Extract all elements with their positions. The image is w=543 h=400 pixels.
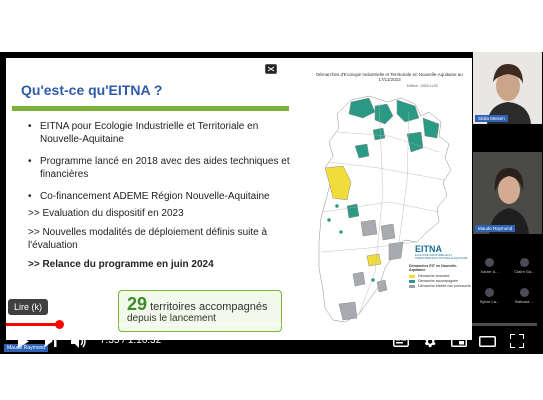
theater-icon	[478, 335, 496, 347]
bullet-item: Programme lancé en 2018 avec des aides t…	[28, 155, 290, 181]
eitna-logo: EITNA	[415, 244, 442, 254]
progress-bar[interactable]	[6, 320, 537, 329]
territory-green	[346, 203, 360, 219]
arrow-item: >> Nouvelles modalités de déploiement dé…	[28, 227, 268, 251]
avatar-icon	[520, 288, 529, 297]
duration: 1:16:32	[127, 335, 162, 346]
eitna-logo-subtitle: ECOLOGIE INDUSTRIELLE ET TERRITORIALE EN…	[415, 254, 468, 260]
legend-label: Démarche amorcée	[418, 274, 450, 278]
participant-name: Maude Raymond	[475, 225, 516, 232]
read-button[interactable]: Lire (k)	[8, 299, 49, 315]
avatar-icon	[485, 258, 494, 267]
participant-name: Sylvie La...	[479, 299, 500, 304]
territory-grey	[376, 279, 388, 293]
legend-label: Démarche éteinte non poursuivie	[418, 284, 471, 288]
progress-fill	[6, 323, 60, 326]
legend-label: Démarche accompagnée	[418, 279, 459, 283]
legend-item: Démarche éteinte non poursuivie	[409, 284, 471, 288]
participant-tile[interactable]: Xavier A...	[472, 258, 507, 274]
location-marker	[326, 217, 332, 223]
video-player[interactable]: Qu'est-ce qu'EITNA ? EITNA pour Ecologie…	[0, 52, 543, 354]
avatar-icon	[485, 288, 494, 297]
theater-mode-button[interactable]	[478, 333, 496, 349]
arrow-item: >> Relance du programme en juin 2024	[28, 259, 214, 270]
miniplayer-button[interactable]	[450, 333, 468, 349]
settings-button[interactable]	[420, 333, 438, 349]
participant-video[interactable]: Sbilla Meisen	[473, 52, 542, 124]
skip-next-icon	[45, 335, 57, 347]
gear-icon	[424, 335, 435, 347]
presentation-slide: Qu'est-ce qu'EITNA ? EITNA pour Ecologie…	[6, 58, 472, 340]
participant-video[interactable]: Maude Raymond	[473, 152, 542, 234]
territories-count: 29	[127, 294, 148, 314]
legend-swatch	[409, 274, 415, 278]
location-marker	[370, 277, 376, 283]
fullscreen-button[interactable]	[508, 333, 526, 349]
territory-green	[372, 127, 386, 141]
participant-grid: Xavier A... Claire Ga... Sylvie La... Ba…	[472, 256, 543, 320]
legend-title: Démarches EIT en Nouvelle-Aquitaine	[409, 264, 458, 272]
legend-swatch	[409, 279, 415, 283]
arrow-item: >> Evaluation du dispositif en 2023	[28, 208, 184, 219]
current-time: 7:35	[100, 335, 120, 346]
location-marker	[334, 203, 340, 209]
subtitles-icon	[393, 335, 409, 347]
location-marker	[338, 229, 344, 235]
participant-name: Barbara ...	[515, 299, 534, 304]
participant-avatar-icon	[487, 64, 531, 124]
participant-name: Xavier A...	[480, 269, 499, 274]
player-controls: 7:35 / 1:16:32	[0, 328, 543, 354]
volume-button[interactable]	[70, 333, 88, 349]
region-map: Démarches d'Ecologie Industrielle et Ter…	[289, 72, 472, 334]
legend-swatch	[409, 284, 415, 288]
participant-tile[interactable]: Barbara ...	[507, 288, 542, 304]
subtitles-button[interactable]	[392, 333, 410, 349]
bullet-item: Co-financement ADEME Région Nouvelle-Aqu…	[28, 190, 290, 203]
title-underline	[12, 106, 289, 111]
play-button[interactable]	[14, 333, 32, 349]
miniplayer-icon	[451, 335, 467, 347]
expand-icon[interactable]	[265, 64, 277, 74]
map-legend: EITNA ECOLOGIE INDUSTRIELLE ET TERRITORI…	[409, 244, 471, 289]
callout-text: territoires accompagnés	[147, 301, 268, 313]
slide-title: Qu'est-ce qu'EITNA ?	[21, 82, 163, 98]
participants-panel: Sbilla Meisen Maude Raymond Xavier A... …	[472, 52, 543, 354]
legend-item: Démarche accompagnée	[409, 279, 471, 283]
slide-bullets: EITNA pour Ecologie Industrielle et Terr…	[28, 120, 290, 277]
avatar-icon	[520, 258, 529, 267]
territory-grey	[360, 219, 378, 237]
territory-yellow	[366, 253, 382, 267]
legend-item: Démarche amorcée	[409, 274, 471, 278]
map-svg	[318, 95, 452, 323]
play-icon	[18, 334, 29, 348]
participant-tile[interactable]: Sylvie La...	[472, 288, 507, 304]
territory-grey	[380, 223, 396, 241]
bullet-item: EITNA pour Ecologie Industrielle et Terr…	[28, 120, 290, 146]
participant-name: Sbilla Meisen	[475, 115, 508, 122]
participant-tile[interactable]: Claire Ga...	[507, 258, 542, 274]
next-button[interactable]	[42, 333, 60, 349]
time-display: 7:35 / 1:16:32	[100, 335, 161, 346]
territory-grey	[352, 271, 366, 287]
participant-avatar-icon	[489, 168, 529, 234]
volume-icon	[71, 334, 86, 348]
fullscreen-icon	[510, 334, 524, 348]
participant-name: Claire Ga...	[514, 269, 535, 274]
time-separator: /	[119, 335, 128, 346]
